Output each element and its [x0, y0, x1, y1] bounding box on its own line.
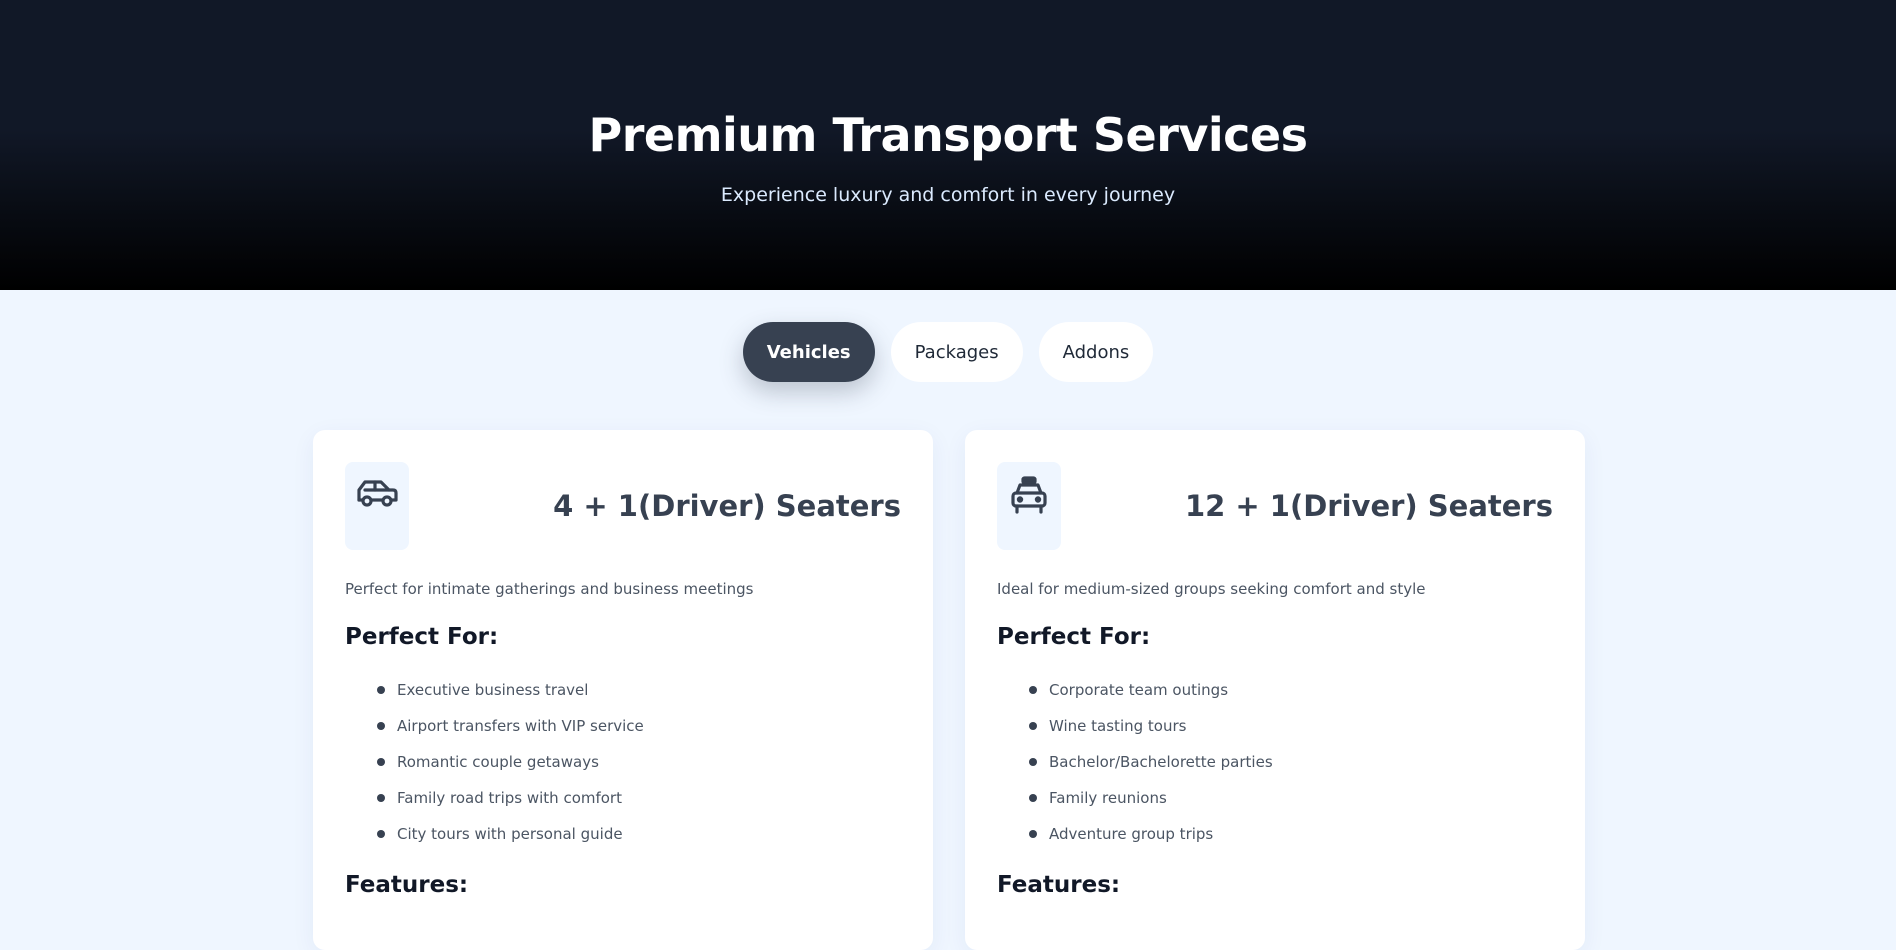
list-item-text: Airport transfers with VIP service	[397, 717, 644, 735]
bullet-icon	[1029, 722, 1037, 730]
list-item-text: Family reunions	[1049, 789, 1167, 807]
tab-addons[interactable]: Addons	[1038, 322, 1154, 382]
bullet-icon	[1029, 794, 1037, 802]
vehicle-card: 4 + 1(Driver) Seaters Perfect for intima…	[313, 430, 933, 950]
list-item: Bachelor/Bachelorette parties	[1029, 744, 1553, 780]
perfect-for-heading: Perfect For:	[997, 624, 1151, 650]
list-item-text: Adventure group trips	[1049, 825, 1214, 843]
list-item: Corporate team outings	[1029, 672, 1553, 708]
list-item: Romantic couple getaways	[377, 744, 901, 780]
list-item-text: Executive business travel	[397, 681, 589, 699]
list-item: Executive business travel	[377, 672, 901, 708]
features-heading: Features:	[345, 872, 469, 898]
bullet-icon	[1029, 758, 1037, 766]
vehicle-cards: 4 + 1(Driver) Seaters Perfect for intima…	[313, 430, 1585, 950]
list-item: Airport transfers with VIP service	[377, 708, 901, 744]
list-item: Family reunions	[1029, 780, 1553, 816]
bullet-icon	[377, 722, 385, 730]
card-header: 4 + 1(Driver) Seaters	[345, 462, 901, 550]
category-tabs: Vehicles Packages Addons	[0, 322, 1896, 382]
card-description: Ideal for medium-sized groups seeking co…	[997, 580, 1426, 598]
list-item-text: Family road trips with comfort	[397, 789, 622, 807]
card-header: 12 + 1(Driver) Seaters	[997, 462, 1553, 550]
tab-vehicles[interactable]: Vehicles	[742, 322, 875, 382]
list-item-text: Wine tasting tours	[1049, 717, 1187, 735]
list-item: City tours with personal guide	[377, 816, 901, 852]
bullet-icon	[377, 758, 385, 766]
list-item: Wine tasting tours	[1029, 708, 1553, 744]
list-item-text: City tours with personal guide	[397, 825, 623, 843]
card-title: 4 + 1(Driver) Seaters	[553, 489, 901, 523]
bullet-icon	[1029, 830, 1037, 838]
bullet-icon	[377, 686, 385, 694]
taxi-icon	[997, 462, 1061, 550]
list-item: Family road trips with comfort	[377, 780, 901, 816]
bullet-icon	[377, 830, 385, 838]
list-item-text: Corporate team outings	[1049, 681, 1229, 699]
list-item-text: Romantic couple getaways	[397, 753, 599, 771]
list-item: Adventure group trips	[1029, 816, 1553, 852]
features-heading: Features:	[997, 872, 1121, 898]
card-title: 12 + 1(Driver) Seaters	[1184, 489, 1553, 523]
perfect-for-list: Corporate team outings Wine tasting tour…	[997, 672, 1553, 852]
list-item-text: Bachelor/Bachelorette parties	[1049, 753, 1273, 771]
page-subtitle: Experience luxury and comfort in every j…	[720, 184, 1176, 206]
vehicle-card: 12 + 1(Driver) Seaters Ideal for medium-…	[965, 430, 1585, 950]
hero-banner: Premium Transport Services Experience lu…	[0, 0, 1896, 290]
perfect-for-heading: Perfect For:	[345, 624, 499, 650]
bullet-icon	[1029, 686, 1037, 694]
page-title: Premium Transport Services	[588, 108, 1308, 162]
tab-packages[interactable]: Packages	[890, 322, 1023, 382]
car-icon	[345, 462, 409, 550]
card-description: Perfect for intimate gatherings and busi…	[345, 580, 754, 598]
perfect-for-list: Executive business travel Airport transf…	[345, 672, 901, 852]
bullet-icon	[377, 794, 385, 802]
